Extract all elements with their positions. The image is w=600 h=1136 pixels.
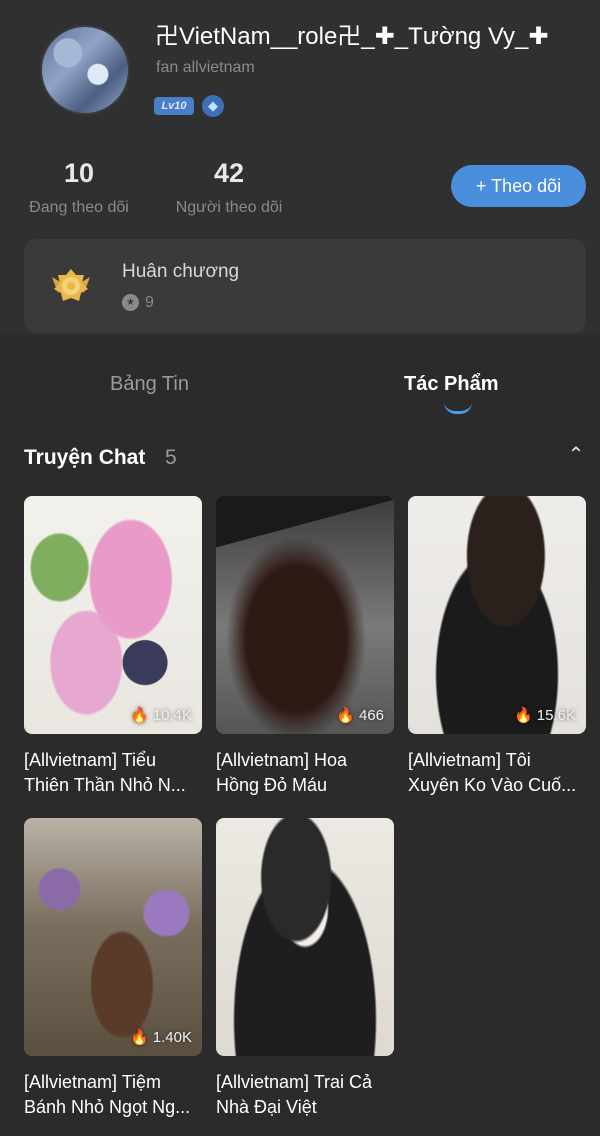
star-icon: ★ [122, 294, 139, 311]
story-thumbnail: 🔥 1.40K [24, 818, 202, 1056]
story-thumbnail: 🔥 10.4K [24, 496, 202, 734]
story-title: [Allvietnam] Trai Cả Nhà Đại Việt [216, 1072, 373, 1117]
story-card[interactable]: 🔥 15.6K [Allvietnam] Tôi Xuyên Ko Vào Cu… [408, 496, 586, 798]
view-count-value: 1.40K [152, 1029, 192, 1046]
followers-label: Người theo dõi [175, 199, 283, 216]
tab-feed[interactable]: Bảng Tin [110, 373, 189, 396]
medal-title: Huân chương [122, 261, 240, 282]
view-count: 🔥 15.6K [513, 707, 576, 724]
section-count: 5 [165, 446, 177, 469]
follow-button[interactable]: + Theo dõi [451, 165, 586, 207]
view-count-value: 10.4K [152, 707, 192, 724]
view-count-value: 466 [358, 707, 384, 724]
medal-card[interactable]: Huân chương ★ 9 [24, 239, 586, 333]
tab-works[interactable]: Tác Phẩm [404, 373, 498, 396]
view-count: 🔥 10.4K [129, 707, 192, 724]
story-thumbnail: 🔥 15.6K [408, 496, 586, 734]
medal-icon [48, 263, 94, 309]
diamond-icon: ◆ [202, 95, 224, 117]
profile-header: 卍VietNam__role卍_✚_Tường Vy_✚ fan allviet… [0, 0, 600, 335]
section-title: Truyện Chat [24, 446, 146, 469]
following-stat[interactable]: 10 Đang theo dõi [23, 158, 135, 217]
avatar[interactable] [40, 25, 130, 115]
view-count: 🔥 1.40K [129, 1029, 192, 1046]
story-title: [Allvietnam] Hoa Hồng Đỏ Máu [216, 750, 348, 795]
view-count: 🔥 466 [336, 707, 384, 724]
level-badge: Lv10 [154, 97, 194, 115]
story-thumbnail [216, 818, 394, 1056]
chevron-up-icon[interactable]: ⌃ [563, 442, 589, 468]
story-card[interactable]: [Allvietnam] Trai Cả Nhà Đại Việt [216, 818, 394, 1120]
followers-stat[interactable]: 42 Người theo dõi [170, 158, 288, 217]
story-title: [Allvietnam] Tôi Xuyên Ko Vào Cuố... [408, 750, 577, 795]
profile-subtitle: fan allvietnam [156, 59, 255, 76]
followers-count: 42 [213, 158, 245, 188]
story-card[interactable]: 🔥 466 [Allvietnam] Hoa Hồng Đỏ Máu [216, 496, 394, 798]
view-count-value: 15.6K [536, 707, 576, 724]
following-count: 10 [63, 158, 95, 188]
medal-count: 9 [145, 294, 154, 311]
username: 卍VietNam__role卍_✚_Tường Vy_✚ [155, 23, 549, 50]
profile-tabs: Bảng Tin Tác Phẩm [0, 335, 600, 435]
story-title: [Allvietnam] Tiệm Bánh Nhỏ Ngọt Ng... [24, 1072, 191, 1117]
story-card[interactable]: 🔥 10.4K [Allvietnam] Tiểu Thiên Thần Nhỏ… [24, 496, 202, 798]
story-card[interactable]: 🔥 1.40K [Allvietnam] Tiệm Bánh Nhỏ Ngọt … [24, 818, 202, 1120]
story-thumbnail: 🔥 466 [216, 496, 394, 734]
story-title: [Allvietnam] Tiểu Thiên Thần Nhỏ N... [24, 750, 186, 795]
following-label: Đang theo dõi [29, 199, 129, 216]
